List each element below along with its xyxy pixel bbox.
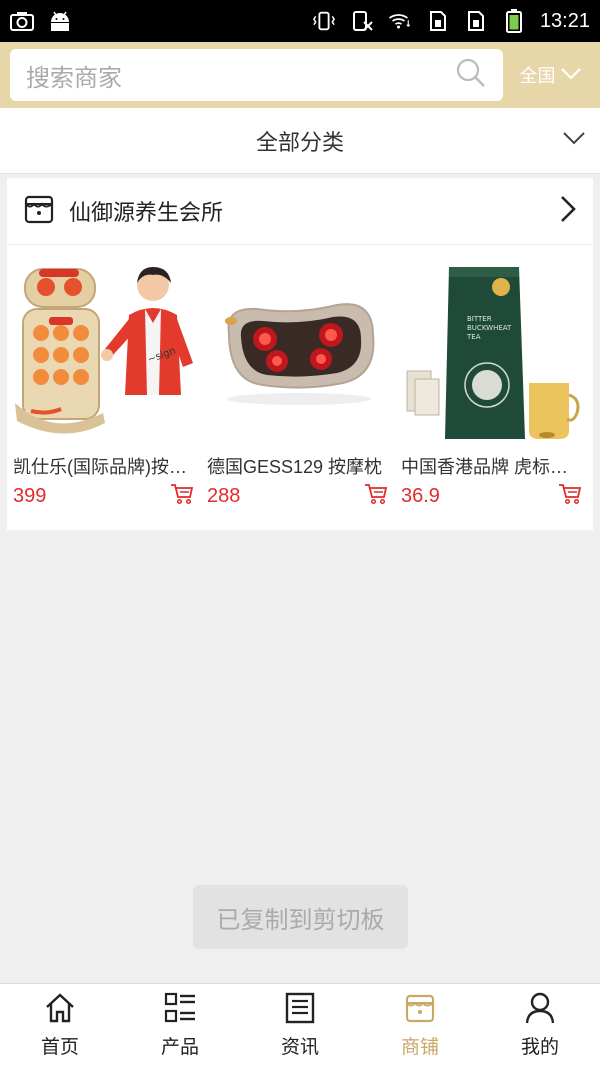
store-icon (404, 992, 436, 1028)
tea-package-text: TEA (466, 333, 481, 341)
product-price: 288 (207, 484, 241, 507)
user-icon (524, 992, 556, 1028)
search-placeholder: 搜索商家 (26, 63, 122, 92)
list-icon (164, 992, 196, 1028)
product-item[interactable]: ~sign 凯仕乐(国际品牌)按摩椅 399 (13, 263, 194, 509)
search-icon[interactable] (455, 57, 487, 93)
clock: 13:21 (539, 9, 590, 32)
nav-label: 资讯 (280, 1036, 319, 1058)
product-image-tea[interactable]: BITTER BUCKWHEAT TEA (401, 263, 582, 443)
toast-message: 已复制到剪切板 (193, 885, 408, 949)
shop-card: 仙御源养生会所 ~sign 凯仕乐(国际品牌)按摩椅 399 德国GESS129… (7, 178, 593, 530)
status-bar: 13:21 (0, 0, 600, 42)
nav-item-profile[interactable]: 我的 (480, 984, 600, 1067)
product-title[interactable]: 中国香港品牌 虎标苦荞茶 (401, 453, 582, 479)
cart-icon[interactable] (364, 483, 388, 509)
wifi-icon (388, 10, 412, 32)
product-title[interactable]: 德国GESS129 按摩枕 (207, 453, 388, 479)
sim-card-icon (464, 10, 488, 32)
battery-icon (502, 9, 526, 33)
cart-icon[interactable] (170, 483, 194, 509)
vibrate-icon (312, 10, 336, 32)
chevron-right-icon[interactable] (559, 194, 577, 228)
product-list: ~sign 凯仕乐(国际品牌)按摩椅 399 德国GESS129 按摩枕 288… (7, 245, 593, 509)
nav-item-store[interactable]: 商铺 (360, 984, 480, 1067)
region-selector[interactable]: 全国 (503, 62, 590, 88)
shop-name: 仙御源养生会所 (69, 201, 224, 226)
chevron-down-icon (562, 130, 586, 150)
shop-header[interactable]: 仙御源养生会所 (7, 178, 593, 245)
search-input[interactable]: 搜索商家 (10, 49, 503, 101)
nav-label: 产品 (160, 1036, 199, 1058)
product-price: 399 (13, 484, 47, 507)
nav-item-products[interactable]: 产品 (120, 984, 240, 1067)
category-label: 全部分类 (255, 130, 344, 156)
home-icon (44, 992, 76, 1028)
tea-package-text: BITTER (467, 315, 492, 323)
no-sim-icon (350, 10, 374, 32)
nav-item-news[interactable]: 资讯 (240, 984, 360, 1067)
nav-label: 商铺 (400, 1036, 439, 1058)
chevron-down-icon (560, 65, 582, 86)
sim-card-icon (426, 10, 450, 32)
nav-label: 首页 (40, 1036, 79, 1058)
camera-icon (10, 10, 34, 32)
tea-package-text: BUCKWHEAT (467, 324, 512, 332)
search-header: 搜索商家 全国 (0, 42, 600, 108)
android-icon (48, 10, 72, 32)
region-label: 全国 (519, 66, 556, 87)
nav-item-home[interactable]: 首页 (0, 984, 120, 1067)
product-image-massage-pillow[interactable] (207, 263, 388, 443)
news-icon (284, 992, 316, 1028)
product-image-massage-chair[interactable]: ~sign (13, 263, 194, 443)
category-dropdown[interactable]: 全部分类 (0, 108, 600, 174)
product-item[interactable]: BITTER BUCKWHEAT TEA 中国香港品牌 虎标苦荞茶 36.9 (401, 263, 582, 509)
bottom-nav: 首页 产品 资讯 商铺 我的 (0, 983, 600, 1067)
product-title[interactable]: 凯仕乐(国际品牌)按摩椅 (13, 453, 194, 479)
cart-icon[interactable] (558, 483, 582, 509)
product-price: 36.9 (401, 484, 440, 507)
nav-label: 我的 (520, 1036, 559, 1058)
product-item[interactable]: 德国GESS129 按摩枕 288 (207, 263, 388, 509)
store-icon (23, 193, 55, 229)
